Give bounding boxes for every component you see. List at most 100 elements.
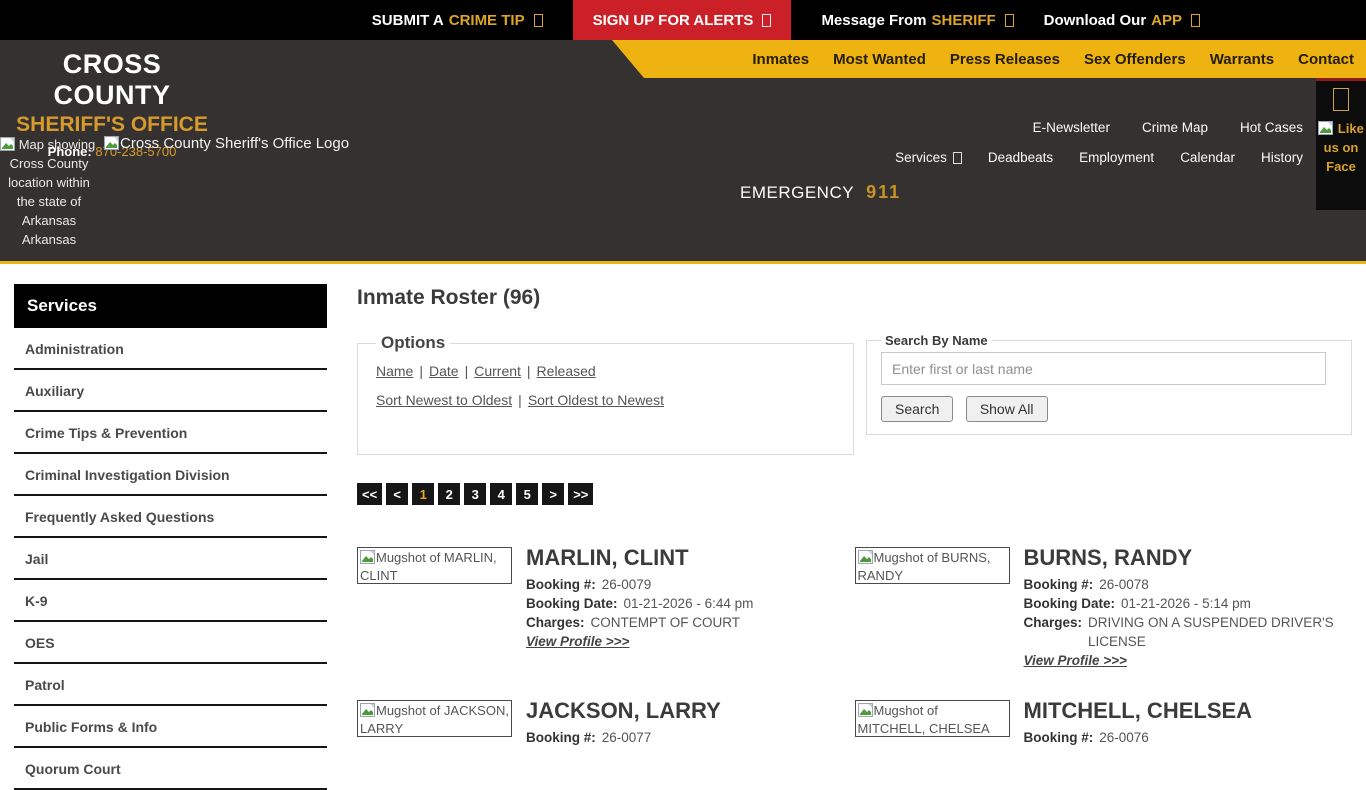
broken-image-icon [104, 136, 119, 150]
booking-number-label: Booking #: [1023, 577, 1094, 592]
booking-number-value: 26-0077 [601, 730, 652, 745]
broken-image-icon [0, 137, 15, 151]
sign-up-alerts-button[interactable]: SIGN UP FOR ALERTS [572, 0, 792, 40]
options-legend: Options [381, 333, 446, 352]
filter-name-link[interactable]: Name [376, 363, 413, 379]
sidebar-item-public-forms[interactable]: Public Forms & Info [14, 706, 327, 748]
broken-image-icon [360, 550, 375, 564]
mugshot-alt-text: Mugshot of MITCHELL, CHELSEA [857, 703, 990, 736]
separator: | [518, 392, 522, 408]
filter-date-link[interactable]: Date [429, 363, 459, 379]
download-prefix: Download Our [1043, 11, 1147, 29]
message-from-sheriff-link[interactable]: Message From SHERIFF [821, 11, 1014, 29]
view-profile-link[interactable]: View Profile >>> [526, 634, 629, 649]
secondary-nav-row1: E-Newsletter Crime Map Hot Cases [1033, 120, 1303, 135]
sort-newest-link[interactable]: Sort Newest to Oldest [376, 392, 512, 408]
page-1-button[interactable]: 1 [412, 483, 435, 505]
sidebar-item-auxiliary[interactable]: Auxiliary [14, 370, 327, 412]
county-name: CROSS COUNTY [53, 49, 171, 110]
booking-number-value: 26-0079 [601, 577, 652, 592]
nav-hot-cases[interactable]: Hot Cases [1240, 120, 1303, 135]
inmate-details: JACKSON, LARRY Booking #: 26-0077 [526, 698, 721, 747]
nav-contact[interactable]: Contact [1298, 51, 1354, 68]
search-input[interactable] [881, 352, 1326, 385]
sidebar-item-patrol[interactable]: Patrol [14, 664, 327, 706]
submit-crime-tip-highlight: CRIME TIP [448, 11, 525, 29]
nav-warrants[interactable]: Warrants [1210, 51, 1274, 68]
search-button[interactable]: Search [881, 396, 954, 422]
external-link-icon [762, 13, 772, 27]
download-highlight: APP [1151, 11, 1182, 29]
nav-history[interactable]: History [1261, 150, 1303, 165]
broken-image-icon [857, 703, 873, 717]
view-profile-link[interactable]: View Profile >>> [1024, 653, 1127, 668]
nav-inmates[interactable]: Inmates [752, 51, 809, 68]
booking-number-value: 26-0076 [1099, 730, 1149, 745]
external-link-icon [1191, 13, 1200, 27]
page-2-button[interactable]: 2 [438, 483, 461, 505]
separator: | [419, 363, 423, 379]
pagination: << < 1 2 3 4 5 > >> [357, 483, 1352, 505]
sidebar-item-k9[interactable]: K-9 [14, 580, 327, 622]
show-all-button[interactable]: Show All [965, 396, 1048, 422]
charges-value: DRIVING ON A SUSPENDED DRIVER'S LICENSE [1088, 615, 1334, 649]
emergency-911: EMERGENCY 911 [740, 182, 901, 203]
mugshot-image: Mugshot of MARLIN, CLINT [357, 547, 512, 584]
nav-services-dropdown[interactable]: Services [895, 150, 962, 165]
booking-date-value: 01-21-2026 - 5:14 pm [1121, 596, 1251, 611]
broken-image-icon [857, 550, 873, 564]
mugshot-alt-text: Mugshot of JACKSON, LARRY [360, 703, 509, 736]
booking-number-label: Booking #: [526, 730, 596, 745]
inmate-card: Mugshot of MITCHELL, CHELSEA MITCHELL, C… [854, 698, 1353, 747]
social-glyph-icon [1333, 88, 1349, 111]
page-4-button[interactable]: 4 [490, 483, 513, 505]
filter-links: Name | Date | Current | Released [376, 363, 835, 379]
sidebar-item-crime-tips[interactable]: Crime Tips & Prevention [14, 412, 327, 454]
page-next-button[interactable]: > [542, 483, 565, 505]
booking-date-label: Booking Date: [1023, 596, 1116, 611]
charges-label: Charges: [1023, 615, 1083, 630]
page-5-button[interactable]: 5 [516, 483, 539, 505]
page-3-button[interactable]: 3 [464, 483, 487, 505]
inmate-details: BURNS, RANDY Booking #: 26-0078 Booking D… [1023, 545, 1353, 670]
facebook-link[interactable]: Like us on Face [1316, 78, 1366, 210]
sidebar-item-jail[interactable]: Jail [14, 538, 327, 580]
nav-employment[interactable]: Employment [1079, 150, 1154, 165]
download-app-link[interactable]: Download Our APP [1044, 12, 1200, 29]
toolbar-row: Options Name | Date | Current | Released Sort … [357, 333, 1352, 455]
charges-label: Charges: [526, 615, 585, 630]
emergency-label: EMERGENCY [740, 183, 855, 202]
nav-press-releases[interactable]: Press Releases [950, 51, 1060, 68]
sort-oldest-link[interactable]: Sort Oldest to Newest [528, 392, 664, 408]
sort-links: Sort Newest to Oldest | Sort Oldest to New… [376, 392, 835, 408]
page-first-button[interactable]: << [357, 483, 383, 505]
nav-enewsletter[interactable]: E-Newsletter [1033, 120, 1110, 135]
nav-sex-offenders[interactable]: Sex Offenders [1084, 51, 1186, 68]
message-highlight: SHERIFF [931, 11, 996, 29]
mugshot-image: Mugshot of MITCHELL, CHELSEA [854, 700, 1010, 737]
external-link-icon [533, 13, 543, 27]
booking-number-label: Booking #: [526, 577, 596, 592]
nav-deadbeats[interactable]: Deadbeats [988, 150, 1053, 165]
sidebar-item-administration[interactable]: Administration [14, 328, 327, 370]
sidebar-item-oes[interactable]: OES [14, 622, 327, 664]
content-area: Services Administration Auxiliary Crime … [0, 264, 1366, 790]
filter-current-link[interactable]: Current [474, 363, 521, 379]
submit-crime-tip-prefix: SUBMIT A [371, 11, 444, 29]
filter-released-link[interactable]: Released [537, 363, 596, 379]
nav-calendar[interactable]: Calendar [1180, 150, 1235, 165]
inmate-cards: Mugshot of MARLIN, CLINT MARLIN, CLINT B… [357, 545, 1353, 747]
sidebar-item-faq[interactable]: Frequently Asked Questions [14, 496, 327, 538]
nav-most-wanted[interactable]: Most Wanted [833, 51, 926, 68]
options-box: Options Name | Date | Current | Released Sort … [357, 333, 854, 455]
page-last-button[interactable]: >> [568, 483, 594, 505]
nav-crime-map[interactable]: Crime Map [1142, 120, 1208, 135]
sign-up-alerts-label: SIGN UP FOR ALERTS [592, 11, 754, 29]
submit-crime-tip-link[interactable]: SUBMIT A CRIME TIP [372, 12, 543, 29]
inmate-card: Mugshot of MARLIN, CLINT MARLIN, CLINT B… [357, 545, 855, 670]
county-map-image: Map showing Cross County location within… [0, 135, 98, 249]
mugshot-alt-text: Mugshot of BURNS, RANDY [857, 550, 991, 583]
page-prev-button[interactable]: < [386, 483, 409, 505]
sidebar-item-cid[interactable]: Criminal Investigation Division [14, 454, 327, 496]
sidebar-item-quorum-court[interactable]: Quorum Court [14, 748, 327, 790]
